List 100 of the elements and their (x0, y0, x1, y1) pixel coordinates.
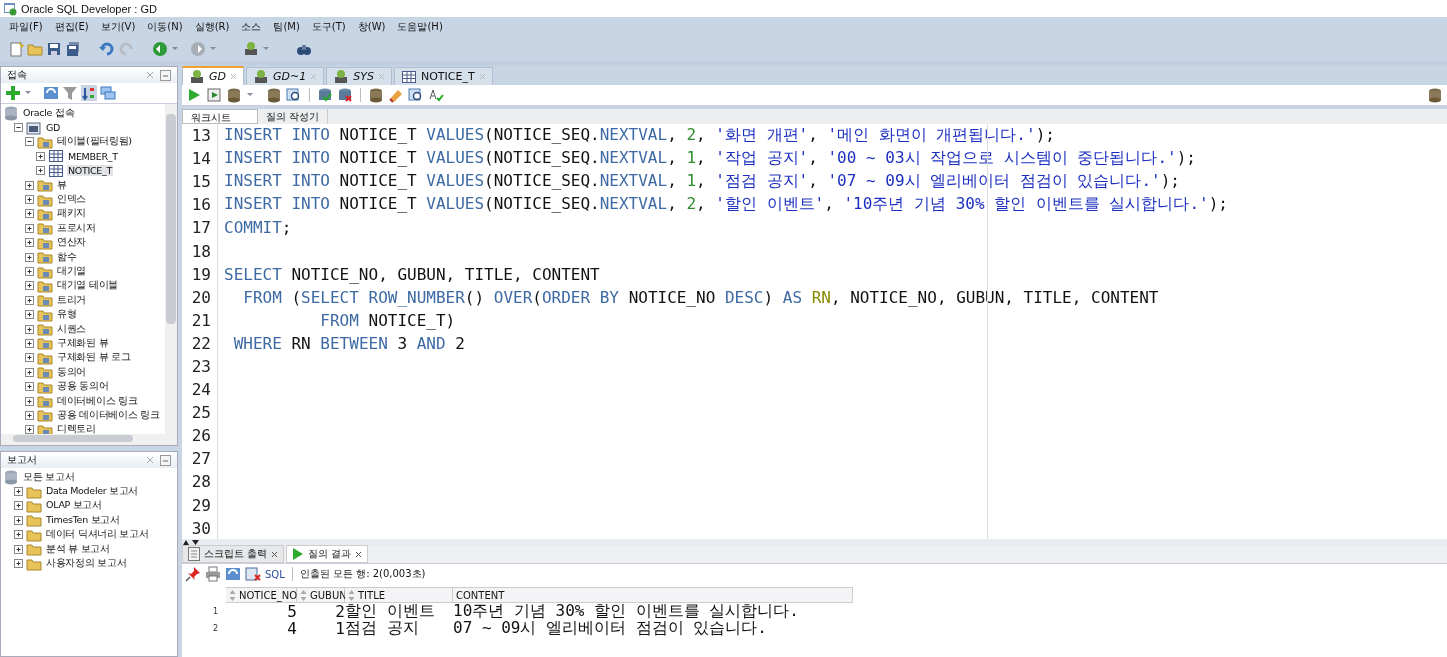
tree-item[interactable]: 대기열 (56, 265, 88, 278)
run-icon[interactable] (186, 87, 202, 103)
database-icon[interactable] (226, 87, 242, 103)
expand-icon[interactable] (25, 324, 34, 334)
expand-icon[interactable] (25, 252, 34, 262)
rollback-icon[interactable] (337, 87, 353, 103)
expand-icon[interactable] (14, 515, 23, 525)
tree-item[interactable]: MEMBER_T (67, 150, 119, 162)
worksheet-tab[interactable]: 워크시트 (182, 109, 258, 124)
menu-item[interactable]: 보기(V) (94, 18, 142, 36)
menu-item[interactable]: 소스 (235, 18, 268, 36)
editor-tab[interactable]: GD (182, 66, 244, 85)
tree-item[interactable]: 사용자정의 보고서 (45, 557, 128, 571)
expand-icon[interactable] (25, 267, 34, 276)
windows-icon[interactable] (100, 85, 116, 101)
close-icon[interactable] (271, 550, 279, 558)
editor-tab[interactable]: SYS (326, 67, 392, 85)
expand-icon[interactable] (14, 559, 23, 569)
tree-item[interactable]: 대기열 테이블 (56, 279, 119, 293)
print-icon[interactable] (205, 566, 221, 582)
magnifier-icon[interactable] (286, 87, 302, 103)
expand-icon[interactable] (25, 338, 34, 348)
collapse-icon[interactable] (14, 123, 23, 133)
export-icon[interactable] (245, 566, 261, 582)
column-header[interactable]: TITLE (345, 587, 453, 603)
sql-link[interactable]: SQL (265, 568, 285, 580)
tree-item[interactable]: 패키지 (56, 207, 88, 221)
tree-item[interactable]: 뷰 (56, 178, 68, 192)
tree-item[interactable]: 구체화된 뷰 로그 (56, 351, 132, 365)
expand-icon[interactable] (25, 295, 34, 305)
expand-icon[interactable] (25, 382, 34, 392)
tree-item[interactable]: 구체화된 뷰 (56, 336, 110, 350)
expand-icon[interactable] (25, 180, 34, 190)
expand-icon[interactable] (25, 238, 34, 248)
expand-icon[interactable] (25, 425, 34, 434)
refresh-icon[interactable] (225, 566, 241, 582)
filter-icon[interactable] (62, 85, 78, 101)
expand-icon[interactable] (14, 487, 23, 497)
tree-item[interactable]: 프로시저 (56, 221, 97, 235)
tree-item[interactable]: 함수 (56, 250, 78, 264)
tree-item[interactable]: OLAP 보고서 (45, 499, 103, 513)
pin-icon[interactable] (185, 566, 201, 582)
scrollbar[interactable] (165, 104, 177, 434)
tree-item[interactable]: GD (45, 122, 62, 134)
tree-item[interactable]: 시퀀스 (56, 322, 88, 336)
add-icon[interactable] (5, 85, 21, 101)
close-icon[interactable] (355, 550, 363, 558)
tree-item[interactable]: 분석 뷰 보고서 (45, 542, 111, 556)
tree-item[interactable]: Oracle 접속 (22, 106, 76, 120)
magnifier-icon[interactable] (408, 87, 424, 103)
expand-icon[interactable] (25, 223, 34, 233)
menu-item[interactable]: 실행(R) (188, 18, 236, 36)
editor-tab[interactable]: GD~1 (246, 67, 325, 85)
tree-item[interactable]: 동의어 (56, 365, 88, 379)
menu-item[interactable]: 도움말(H) (391, 18, 449, 36)
expand-icon[interactable] (25, 367, 34, 377)
menu-item[interactable]: 이동(N) (141, 18, 189, 36)
collapse-icon[interactable] (25, 137, 34, 147)
commit-icon[interactable] (317, 87, 333, 103)
expand-icon[interactable] (36, 166, 45, 176)
tree-item[interactable]: 테이블(필터링됨) (56, 135, 133, 149)
spellcheck-icon[interactable] (428, 87, 444, 103)
schema-icon[interactable] (81, 85, 97, 101)
tree-item[interactable]: 인덱스 (56, 193, 88, 207)
tree-item[interactable]: 데이터베이스 링크 (56, 394, 139, 408)
minimize-icon[interactable] (160, 454, 171, 466)
expand-icon[interactable] (25, 310, 34, 320)
expand-icon[interactable] (14, 544, 23, 554)
tree-item[interactable]: 공용 동의어 (56, 380, 110, 394)
expand-icon[interactable] (25, 396, 34, 406)
save-icon[interactable] (46, 41, 62, 57)
menu-item[interactable]: 팀(M) (267, 18, 306, 36)
menu-item[interactable]: 편집(E) (48, 18, 95, 36)
run-script-icon[interactable] (206, 87, 222, 103)
back-icon[interactable] (152, 41, 168, 57)
database-icon[interactable] (1427, 87, 1443, 103)
undo-icon[interactable] (99, 41, 115, 57)
database-icon[interactable] (266, 87, 282, 103)
collapse-arrows-icon[interactable] (182, 539, 200, 546)
tree-item[interactable]: 유형 (56, 308, 78, 322)
expand-icon[interactable] (25, 281, 34, 291)
tree-item[interactable]: Data Modeler 보고서 (45, 485, 140, 499)
database-icon[interactable] (368, 87, 384, 103)
result-tab[interactable]: 스크립트 출력 (182, 545, 285, 563)
expand-icon[interactable] (25, 353, 34, 363)
code-editor[interactable] (182, 124, 1447, 539)
minimize-icon[interactable] (160, 69, 171, 81)
expand-icon[interactable] (14, 530, 23, 540)
tree-item[interactable]: TimesTen 보고서 (45, 513, 121, 527)
tree-item[interactable]: 트리거 (56, 293, 88, 307)
tree-item[interactable]: 데이터 딕셔너리 보고서 (45, 528, 150, 542)
expand-icon[interactable] (25, 209, 34, 219)
tree-item[interactable]: 공용 데이터베이스 링크 (56, 408, 161, 422)
save-all-icon[interactable] (65, 41, 81, 57)
expand-icon[interactable] (14, 501, 23, 511)
menu-item[interactable]: 파일(F) (3, 18, 49, 36)
tree-item[interactable]: NOTICE_T (67, 165, 113, 177)
menu-item[interactable]: 도구(T) (305, 18, 352, 36)
column-header[interactable]: NOTICE_NO (226, 587, 297, 603)
refresh-icon[interactable] (43, 85, 59, 101)
